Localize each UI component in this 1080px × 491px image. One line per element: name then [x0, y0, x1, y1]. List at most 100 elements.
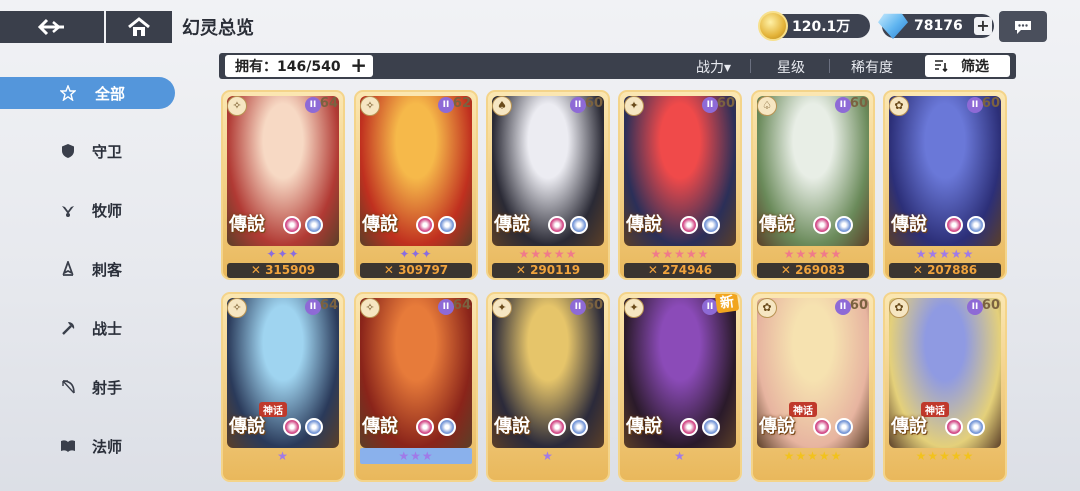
star-rating: ★: [674, 449, 686, 463]
sort-star-tab[interactable]: 星级: [777, 57, 805, 77]
star-rating: ✦✦✦: [399, 247, 433, 261]
home-icon: [128, 17, 150, 36]
star-outline-icon: [60, 85, 76, 101]
sidebar-item-assassin[interactable]: 刺客: [0, 253, 175, 285]
add-gems-button[interactable]: +: [974, 17, 992, 35]
combat-power: ✕ 274946: [624, 263, 736, 278]
coin-icon: [758, 11, 788, 41]
sidebar-item-warrior[interactable]: 战士: [0, 312, 175, 344]
hero-card[interactable]: ✧ II 62 傳說 ✦✦✦ ✕ 309797: [354, 90, 478, 280]
hero-card[interactable]: ✦ II 60 傳說 ★: [486, 292, 610, 482]
hero-level: 60: [584, 96, 603, 111]
star-rating: ★★★★★: [915, 247, 975, 261]
element-badge-icon: [548, 418, 566, 436]
hero-card[interactable]: ✦ II 60 傳說 ★★★★★ ✕ 274946: [618, 90, 742, 280]
combat-power: ✕ 309797: [360, 263, 472, 278]
class-icon: ✧: [227, 96, 247, 116]
combat-power-value: 269083: [795, 263, 846, 277]
hero-card[interactable]: ♠ II 60 傳說 ★★★★★ ✕ 290119: [486, 90, 610, 280]
rarity-label: 傳說: [626, 416, 662, 437]
home-button[interactable]: [106, 11, 172, 43]
gem-icon: [878, 13, 908, 39]
hero-level: 60: [849, 298, 868, 313]
sidebar-item-all[interactable]: 全部: [0, 77, 175, 109]
star-rating: ★★★★★: [650, 247, 710, 261]
element-badge-icon: [416, 216, 434, 234]
star-rating: ★: [542, 449, 554, 463]
rarity-label: 傳說: [891, 416, 927, 437]
owned-count-label: 拥有：146/540: [235, 59, 341, 75]
element-badge-icon: [702, 418, 720, 436]
star-rating: ★★★★★: [783, 449, 843, 463]
class-icon: ✿: [757, 298, 777, 318]
hero-level: 62: [452, 96, 471, 111]
hero-card[interactable]: ✿ II 60 神话 傳說 ★★★★★: [751, 292, 875, 482]
sidebar-item-mage[interactable]: 法师: [0, 430, 175, 462]
element-badge-icon: [945, 418, 963, 436]
combat-power-value: 315909: [265, 263, 316, 277]
tier-badge-icon: II: [835, 97, 851, 113]
hero-card[interactable]: ✿ II 60 傳說 ★★★★★ ✕ 207886: [883, 90, 1007, 280]
axe-icon: [62, 322, 75, 335]
class-icon: ✿: [889, 298, 909, 318]
rarity-label: 傳說: [229, 416, 265, 437]
rarity-label: 傳說: [362, 214, 398, 235]
element-badge-icon: [680, 216, 698, 234]
owned-count[interactable]: 拥有：146/540 +: [225, 55, 373, 77]
sidebar-item-label: 守卫: [92, 143, 123, 161]
combat-power-value: 309797: [398, 263, 449, 277]
star-rating: ★★★★★: [518, 247, 578, 261]
gem-counter: 78176 +: [878, 13, 994, 39]
bow-icon: [62, 380, 75, 394]
back-button[interactable]: [0, 11, 104, 43]
element-badge-icon: [283, 418, 301, 436]
page-title: 幻灵总览: [182, 18, 254, 39]
tier-badge-icon: II: [702, 97, 718, 113]
hero-level: 60: [981, 298, 1000, 313]
sidebar-item-guardian[interactable]: 守卫: [0, 135, 175, 167]
sidebar-item-archer[interactable]: 射手: [0, 371, 175, 403]
chat-button[interactable]: [999, 11, 1047, 42]
hero-card[interactable]: ♤ II 60 傳說 ★★★★★ ✕ 269083: [751, 90, 875, 280]
class-icon: ♤: [757, 96, 777, 116]
filter-bar: 拥有：146/540 + 战力▾ 星级 稀有度 筛选: [219, 53, 1016, 79]
hero-card[interactable]: ✧ II 64 傳說 ★★★: [354, 292, 478, 482]
hero-card[interactable]: ✦II60傳說★新: [618, 292, 742, 482]
filter-button[interactable]: 筛选: [925, 55, 1010, 77]
element-badge-icon: [305, 216, 323, 234]
chat-bubble-icon: [1015, 20, 1031, 34]
combat-power: ✕ 269083: [757, 263, 869, 278]
class-icon: ✦: [492, 298, 512, 318]
shield-icon: [62, 144, 74, 158]
tier-badge-icon: II: [305, 299, 321, 315]
element-badge-icon: [945, 216, 963, 234]
class-icon: ✦: [624, 96, 644, 116]
crossed-swords-icon: ✕: [383, 263, 399, 277]
star-rating: ✦✦✦: [266, 247, 300, 261]
new-badge: 新: [714, 294, 740, 314]
hero-level: 64: [319, 96, 338, 111]
hero-level: 60: [584, 298, 603, 313]
hero-card[interactable]: ✧ II 64 傳說 ✦✦✦ ✕ 315909: [221, 90, 345, 280]
tier-badge-icon: II: [438, 299, 454, 315]
class-icon: ✧: [360, 96, 380, 116]
hero-card[interactable]: ✿ II 60 神话 傳說 ★★★★★: [883, 292, 1007, 482]
sidebar-item-priest[interactable]: 牧师: [0, 194, 175, 226]
rarity-label: 傳說: [494, 416, 530, 437]
combat-power-value: 274946: [662, 263, 713, 277]
element-badge-icon: [438, 216, 456, 234]
sort-power-dropdown[interactable]: 战力▾: [696, 57, 731, 77]
sort-divider: [750, 59, 751, 73]
expand-slots-button[interactable]: +: [350, 55, 367, 76]
tier-badge-icon: II: [305, 97, 321, 113]
gold-counter: 120.1万: [758, 11, 870, 41]
sort-rarity-tab[interactable]: 稀有度: [851, 57, 893, 77]
hero-level: 64: [452, 298, 471, 313]
rarity-label: 傳說: [362, 416, 398, 437]
hero-card[interactable]: ✧ II 64 神话 傳說 ★: [221, 292, 345, 482]
hero-level: 60: [849, 96, 868, 111]
rarity-label: 傳說: [759, 214, 795, 235]
sidebar-item-label: 战士: [92, 320, 123, 338]
class-icon: ✧: [360, 298, 380, 318]
rarity-label: 傳說: [229, 214, 265, 235]
